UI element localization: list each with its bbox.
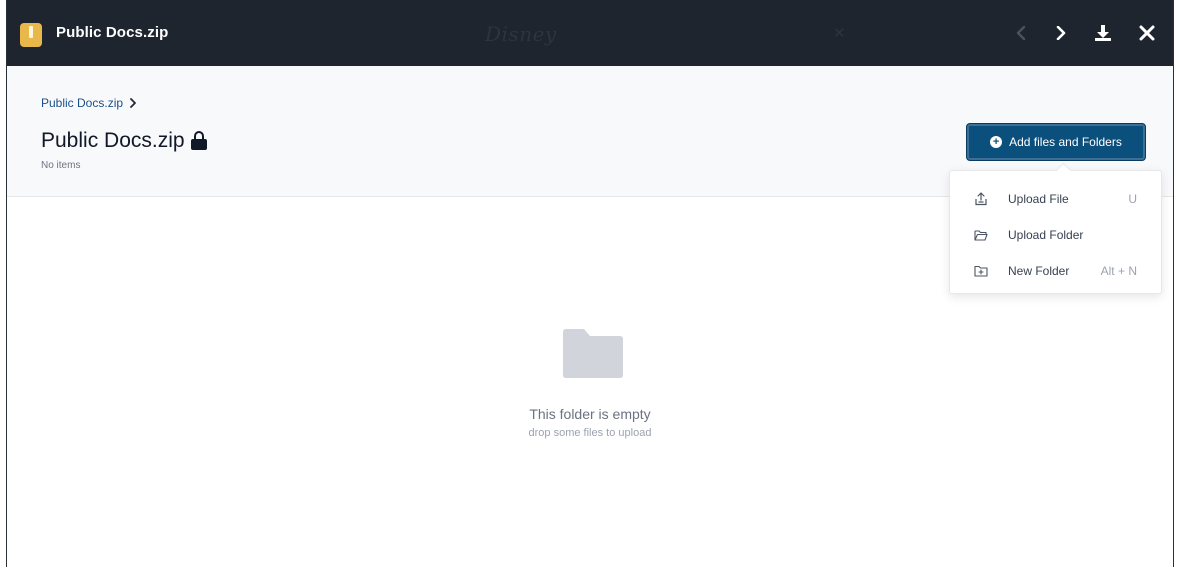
- chevron-right-icon: [1056, 26, 1066, 40]
- breadcrumb: Public Docs.zip: [41, 96, 137, 110]
- lock-icon: [190, 130, 207, 150]
- empty-state-subtitle: drop some files to upload: [528, 427, 652, 439]
- close-icon: [1139, 25, 1155, 41]
- add-button-label: Add files and Folders: [1009, 135, 1122, 149]
- watermark-close-mark: ✕: [833, 25, 846, 42]
- breadcrumb-item[interactable]: Public Docs.zip: [41, 96, 123, 110]
- empty-state-title: This folder is empty: [529, 406, 651, 422]
- item-count: No items: [41, 160, 81, 171]
- close-button[interactable]: [1135, 21, 1159, 45]
- folder-icon: [563, 329, 623, 378]
- next-button[interactable]: [1049, 21, 1073, 45]
- add-files-and-folders-button[interactable]: + Add files and Folders: [967, 124, 1145, 160]
- page-title-text: Public Docs.zip: [41, 129, 185, 152]
- chevron-right-icon: [130, 98, 136, 108]
- archive-viewer-window: Public Docs.zip Disney ✕ Public Docs.zip…: [6, 0, 1174, 567]
- download-icon: [1095, 25, 1111, 41]
- watermark-logo: Disney: [485, 22, 557, 46]
- download-button[interactable]: [1091, 21, 1115, 45]
- zip-file-icon: [20, 23, 42, 47]
- page-title: Public Docs.zip: [41, 129, 207, 153]
- chevron-left-icon: [1016, 26, 1026, 40]
- plus-circle-icon: +: [990, 136, 1003, 148]
- file-name-title: Public Docs.zip: [56, 24, 169, 41]
- empty-state: This folder is empty drop some files to …: [7, 197, 1173, 567]
- previous-button[interactable]: [1009, 21, 1033, 45]
- top-bar: Public Docs.zip Disney ✕: [7, 0, 1173, 66]
